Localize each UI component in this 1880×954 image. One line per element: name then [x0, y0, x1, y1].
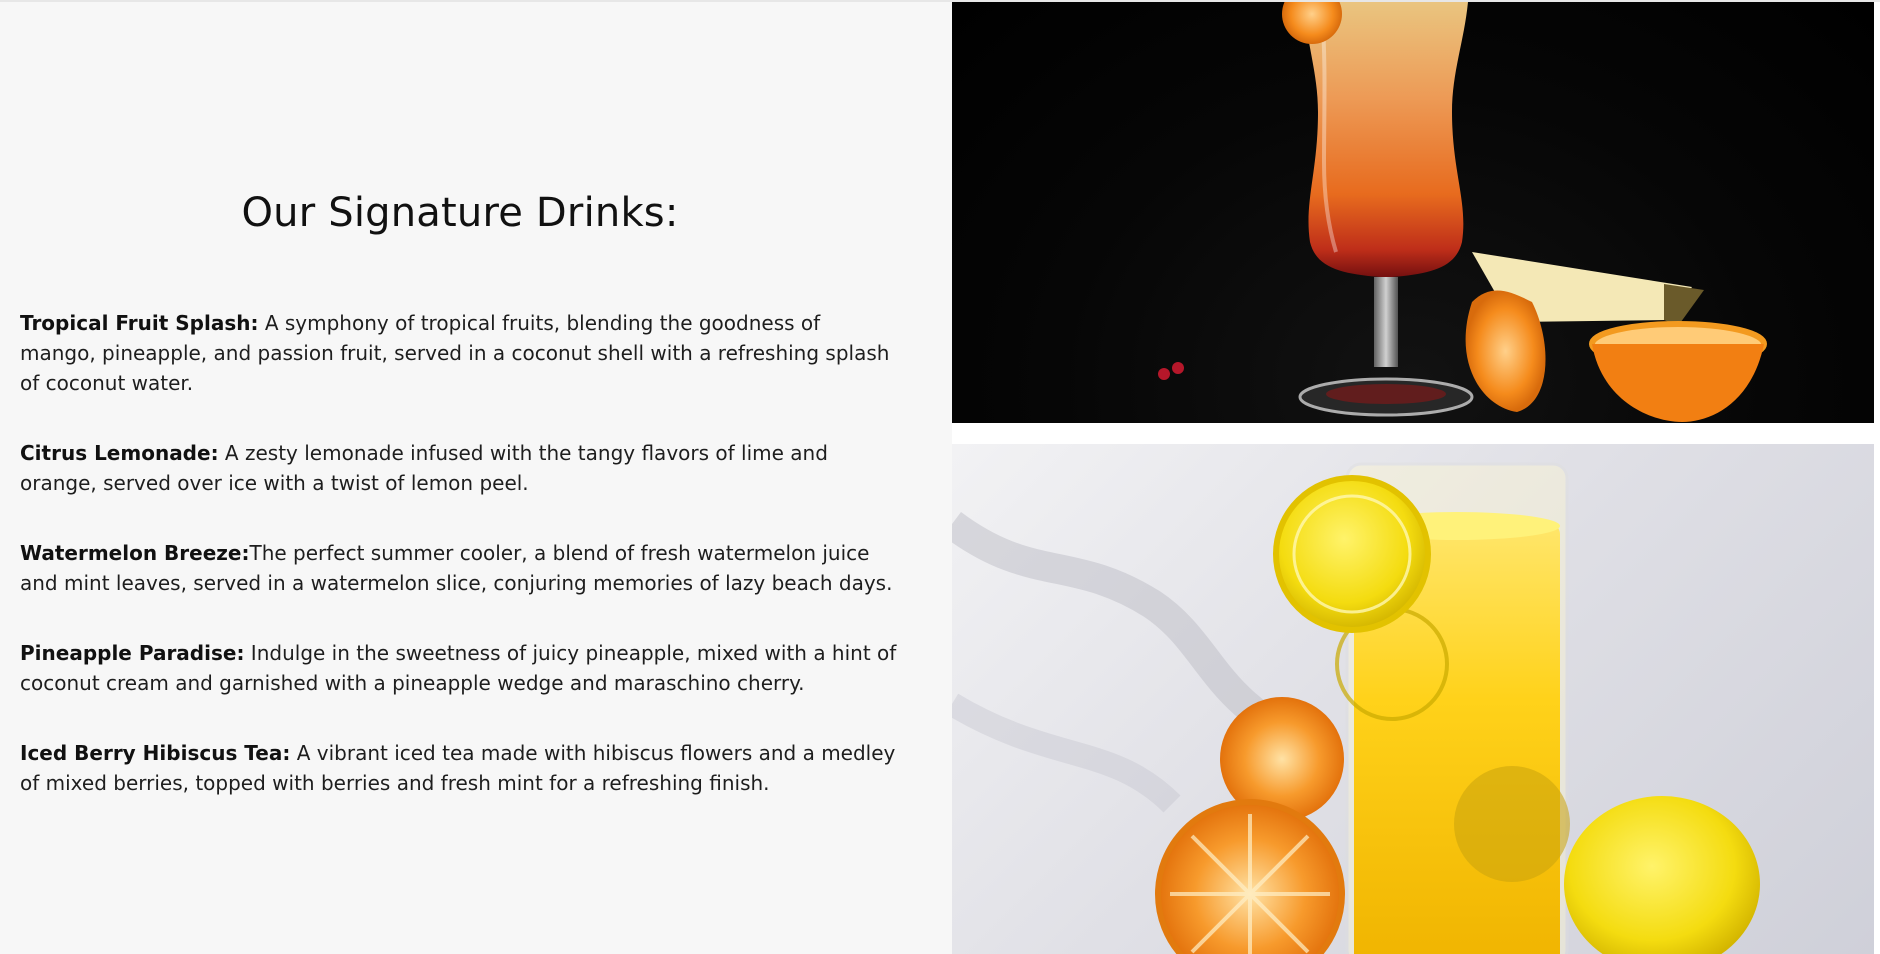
- drink-list: Tropical Fruit Splash: A symphony of tro…: [20, 308, 900, 838]
- whole-lemon: [1564, 796, 1760, 954]
- drink-name: Iced Berry Hibiscus Tea:: [20, 741, 291, 765]
- list-item: Watermelon Breeze:The perfect summer coo…: [20, 538, 900, 598]
- lemon-slice-garnish: [1273, 475, 1431, 633]
- drinks-text-panel: Our Signature Drinks: Tropical Fruit Spl…: [0, 2, 952, 954]
- section-title: Our Signature Drinks:: [241, 190, 679, 236]
- drink-name: Tropical Fruit Splash:: [20, 311, 259, 335]
- juice-illustration: [952, 462, 1760, 954]
- drink-name: Pineapple Paradise:: [20, 641, 245, 665]
- drink-name: Citrus Lemonade:: [20, 441, 219, 465]
- list-item: Pineapple Paradise: Indulge in the sweet…: [20, 638, 900, 698]
- cocktail-glass: [1304, 2, 1468, 277]
- list-item: Citrus Lemonade: A zesty lemonade infuse…: [20, 438, 900, 498]
- orange-wedge: [1465, 290, 1546, 412]
- list-item: Tropical Fruit Splash: A symphony of tro…: [20, 308, 900, 398]
- citrus-juice-photo: [952, 444, 1874, 954]
- cocktail-illustration: [1158, 2, 1767, 422]
- signature-drinks-page: Our Signature Drinks: Tropical Fruit Spl…: [0, 0, 1880, 954]
- drink-name: Watermelon Breeze:: [20, 541, 250, 565]
- list-item: Iced Berry Hibiscus Tea: A vibrant iced …: [20, 738, 900, 798]
- tropical-cocktail-photo: [952, 2, 1874, 423]
